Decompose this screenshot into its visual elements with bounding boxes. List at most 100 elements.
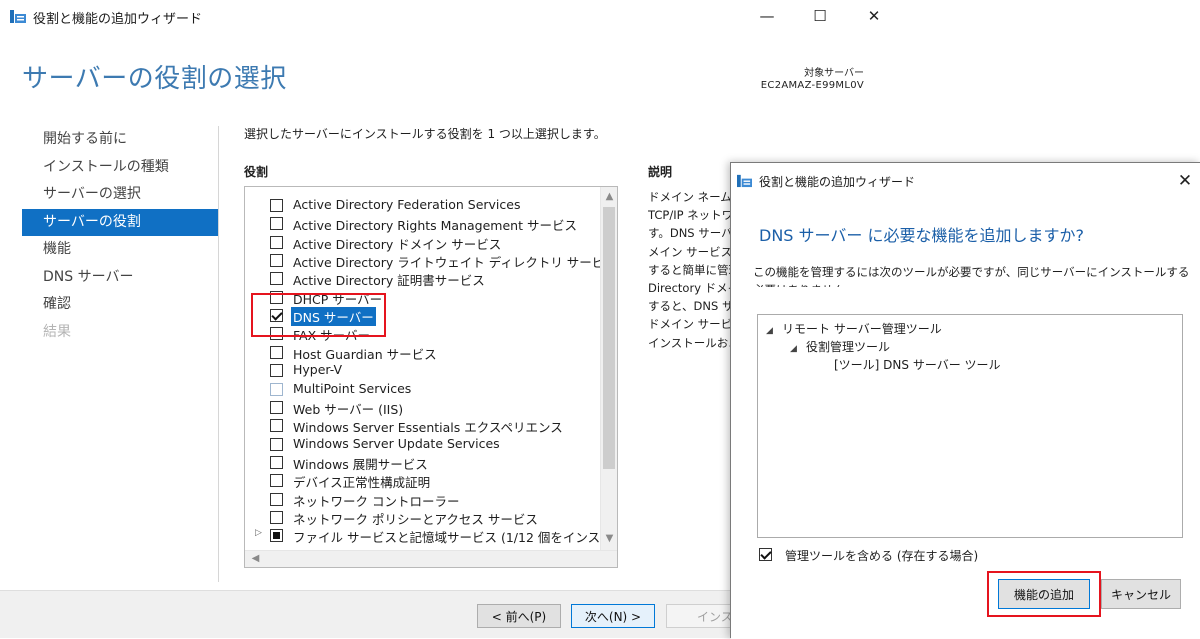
role-checkbox[interactable] [270, 272, 283, 286]
expand-icon[interactable]: ▷ [255, 528, 262, 538]
description-line: メイン サービスと [648, 244, 730, 259]
role-checkbox[interactable] [270, 199, 283, 212]
scroll-up-icon[interactable]: ▲ [601, 191, 617, 202]
role-item[interactable]: Host Guardian サービス [245, 343, 597, 362]
dialog-header-area: DNS サーバー に必要な機能を追加しますか? この機能を管理するには次のツール… [731, 199, 1200, 297]
vertical-scrollbar[interactable]: ▲ ▼ [600, 187, 617, 551]
role-item[interactable]: Active Directory Rights Management サービス [245, 214, 597, 234]
description-line: TCP/IP ネットワークの [648, 208, 730, 223]
include-tools-checkbox[interactable] [759, 548, 772, 561]
role-item[interactable]: ネットワーク コントローラー [245, 490, 597, 509]
close-button[interactable]: ✕ [851, 0, 897, 32]
role-checkbox[interactable] [270, 345, 283, 359]
role-checkbox[interactable] [270, 455, 283, 469]
server-manager-icon [10, 10, 26, 23]
description-line: ドメイン サービス [648, 317, 730, 332]
role-checkbox[interactable] [270, 492, 283, 506]
nav-item[interactable]: DNS サーバー [22, 264, 218, 292]
description-line: インストールおよび [648, 335, 730, 350]
page-title: サーバーの役割の選択 [22, 64, 287, 94]
nav-item[interactable]: 確認 [22, 291, 218, 319]
role-label: ネットワーク コントローラー [293, 493, 460, 509]
target-server-label: 対象サーバー [804, 68, 864, 79]
role-item[interactable]: デバイス正常性構成証明 [245, 471, 597, 491]
role-item[interactable]: ネットワーク ポリシーとアクセス サービス [245, 508, 597, 527]
role-checkbox[interactable] [270, 364, 283, 378]
role-checkbox[interactable] [270, 235, 283, 249]
role-checkbox[interactable] [270, 529, 283, 543]
nav-divider [218, 126, 219, 582]
role-checkbox[interactable] [270, 382, 283, 396]
previous-button[interactable]: < 前へ(P) [477, 604, 561, 628]
minimize-button[interactable]: — [744, 0, 790, 32]
scroll-left-icon[interactable]: ◀ [247, 553, 264, 564]
collapse-icon[interactable]: ◢ [790, 344, 806, 354]
scroll-thumb[interactable] [603, 207, 615, 469]
role-label: Hyper-V [293, 362, 343, 378]
collapse-icon[interactable]: ◢ [766, 326, 782, 336]
role-label: Active Directory 証明書サービス [293, 273, 485, 289]
tree-label: リモート サーバー管理ツール [782, 322, 942, 336]
required-tools-tree[interactable]: ◢ リモート サーバー管理ツール ◢ 役割管理ツール [ツール] DNS サーバー ツー… [757, 314, 1183, 538]
role-label: Active Directory ドメイン サービス [293, 236, 502, 252]
role-item[interactable]: Windows 展開サービス [245, 453, 597, 472]
dialog-close-button[interactable]: ✕ [1171, 167, 1199, 195]
role-item[interactable]: Active Directory Federation Services [245, 196, 597, 214]
role-item[interactable]: Active Directory ライトウェイト ディレクトリ サービス [245, 251, 617, 270]
maximize-button[interactable]: ☐ [797, 0, 843, 32]
nav-item[interactable]: 機能 [22, 236, 218, 264]
role-item[interactable]: Web サーバー (IIS) [245, 398, 597, 417]
description-line: すると簡単に管理 [648, 262, 730, 277]
role-label: MultiPoint Services [293, 380, 412, 396]
horizontal-scrollbar[interactable]: ◀ [245, 550, 617, 567]
dns-role-highlight [251, 293, 386, 337]
role-checkbox[interactable] [270, 474, 283, 488]
tree-item[interactable]: [ツール] DNS サーバー ツール [834, 356, 1001, 373]
role-checkbox[interactable] [270, 510, 283, 524]
next-button[interactable]: 次へ(N) > [571, 604, 655, 628]
add-features-dialog: 役割と機能の追加ウィザード ✕ DNS サーバー に必要な機能を追加しますか? … [730, 162, 1200, 639]
description-line: ドメイン ネーム システム [648, 190, 730, 204]
window-title: 役割と機能の追加ウィザード [33, 12, 203, 27]
scroll-down-icon[interactable]: ▼ [601, 533, 617, 544]
role-item[interactable]: Active Directory ドメイン サービス [245, 233, 597, 252]
server-manager-icon [737, 174, 752, 188]
description-line: す。DNS サーバーを [648, 226, 730, 241]
role-label: Active Directory Federation Services [293, 197, 521, 212]
cancel-button[interactable]: キャンセル [1101, 579, 1181, 609]
role-label: Active Directory ライトウェイト ディレクトリ サービス [293, 255, 617, 271]
include-tools-label: 管理ツールを含める (存在する場合) [785, 549, 979, 563]
role-item[interactable]: Windows Server Update Services [245, 435, 597, 453]
target-server-name: EC2AMAZ-E99ML0V [760, 80, 864, 91]
title-bar: 役割と機能の追加ウィザード — ☐ ✕ [0, 0, 898, 32]
nav-item: 結果 [43, 323, 71, 340]
role-label: デバイス正常性構成証明 [293, 475, 431, 491]
role-label: Windows Server Essentials エクスペリエンス [293, 420, 563, 436]
description-header: 説明 [648, 165, 673, 179]
role-label: Active Directory Rights Management サービス [293, 218, 577, 234]
role-item[interactable]: ▷ ファイル サービスと記憶域サービス (1/12 個をインストール済み) [245, 526, 617, 545]
role-item[interactable]: Active Directory 証明書サービス [245, 269, 597, 289]
tree-item[interactable]: ◢ 役割管理ツール [790, 338, 890, 355]
tree-label: 役割管理ツール [806, 340, 891, 354]
description-line: Directory ドメイン [648, 280, 730, 295]
tree-item[interactable]: ◢ リモート サーバー管理ツール [766, 320, 942, 337]
role-item[interactable]: Windows Server Essentials エクスペリエンス [245, 416, 597, 436]
role-checkbox[interactable] [270, 217, 283, 231]
role-label: ファイル サービスと記憶域サービス (1/12 個をインストール済み) [293, 530, 617, 546]
role-checkbox[interactable] [270, 437, 283, 451]
nav-item[interactable]: 開始する前に [22, 126, 218, 154]
role-item[interactable]: MultiPoint Services [245, 380, 597, 398]
roles-list[interactable]: Active Directory Federation Services Acti… [244, 186, 618, 568]
dialog-title: 役割と機能の追加ウィザード [759, 175, 916, 189]
nav-item[interactable]: サーバーの選択 [22, 181, 218, 209]
role-checkbox[interactable] [270, 400, 283, 414]
nav-item[interactable]: サーバーの役割 [22, 208, 218, 236]
role-checkbox[interactable] [270, 419, 283, 433]
dialog-heading: DNS サーバー に必要な機能を追加しますか? [759, 226, 1084, 245]
role-item[interactable]: Hyper-V [245, 361, 597, 379]
role-label: Windows 展開サービス [293, 456, 428, 472]
nav-item[interactable]: インストールの種類 [22, 154, 218, 182]
tree-label: [ツール] DNS サーバー ツール [834, 358, 1001, 372]
role-checkbox[interactable] [270, 254, 283, 268]
